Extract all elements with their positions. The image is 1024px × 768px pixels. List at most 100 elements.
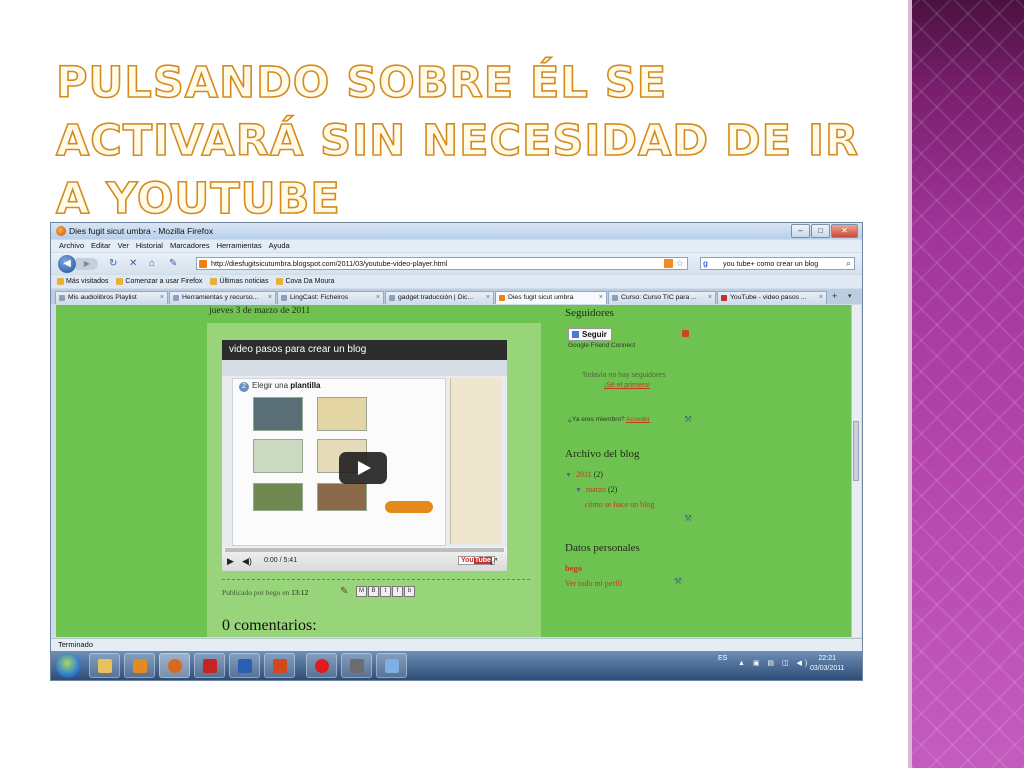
bookmark-icon: [116, 278, 124, 285]
embedded-video-player[interactable]: video pasos para crear un blog 2 Elegir u…: [222, 340, 507, 571]
taskbar-paint[interactable]: [376, 653, 407, 678]
archive-post-link[interactable]: cómo se hace un blog: [585, 500, 654, 509]
tab-gadget-traduccion[interactable]: gadget traducción | Dic... ×: [385, 291, 494, 304]
stop-icon[interactable]: ✕: [129, 258, 137, 270]
tab-favicon-icon: [612, 295, 618, 301]
archive-month[interactable]: ▼ marzo (2): [575, 485, 617, 494]
play-icon[interactable]: ▶: [227, 555, 234, 567]
collapse-triangle-icon[interactable]: ▼: [565, 471, 572, 479]
fullscreen-icon[interactable]: ⤢: [490, 555, 497, 567]
twitter-share-icon[interactable]: t: [380, 586, 391, 597]
taskbar-acrobat[interactable]: [194, 653, 225, 678]
volume-icon[interactable]: ◀): [242, 555, 252, 567]
tray-icons[interactable]: ▲ ▣ ▤ ◫ ◀): [738, 659, 810, 667]
new-tab-icon[interactable]: +: [832, 291, 837, 301]
home-icon[interactable]: ⌂: [149, 258, 155, 270]
follow-button[interactable]: Seguir: [568, 328, 612, 341]
taskbar-clock[interactable]: 22:21 03/03/2011: [810, 654, 845, 674]
close-button[interactable]: ✕: [831, 224, 858, 238]
blogger-favicon-icon: [199, 260, 207, 268]
back-button[interactable]: ◀: [58, 255, 76, 273]
archive-year[interactable]: ▼ 2011 (2): [565, 470, 603, 479]
taskbar-word[interactable]: [229, 653, 260, 678]
forward-button[interactable]: ▶: [76, 258, 98, 270]
bookmark-mas-visitados[interactable]: Más visitados: [57, 275, 108, 288]
addon-icon[interactable]: ✎: [169, 258, 177, 270]
taskbar-vodafone[interactable]: [306, 653, 337, 678]
tab-close-icon[interactable]: ×: [376, 292, 380, 304]
menu-marcadores[interactable]: Marcadores: [170, 240, 210, 252]
byline-time[interactable]: 13:12: [291, 588, 308, 597]
video-frame[interactable]: 2 Elegir una plantilla: [222, 360, 507, 547]
tab-herramientas[interactable]: Herramientas y recurso... ×: [169, 291, 276, 304]
menu-historial[interactable]: Historial: [136, 240, 163, 252]
view-profile-link[interactable]: Ver todo mi perfil: [565, 579, 622, 588]
menu-herramientas[interactable]: Herramientas: [217, 240, 262, 252]
video-time: 0:00 / 5:41: [264, 557, 298, 564]
template-thumbnail: [317, 483, 367, 511]
bookmark-comenzar[interactable]: Comenzar a usar Firefox: [116, 275, 202, 288]
tab-dies-fugit[interactable]: Dies fugit sicut umbra ×: [495, 291, 607, 304]
url-bar[interactable]: http://diesfugitsicutumbra.blogspot.com/…: [196, 257, 688, 270]
be-first-link[interactable]: ¡Sé el primero!: [604, 382, 650, 389]
tab-close-icon[interactable]: ×: [819, 292, 823, 304]
play-overlay-icon[interactable]: [339, 452, 387, 484]
powerpoint-icon: [273, 659, 287, 673]
tab-close-icon[interactable]: ×: [268, 292, 272, 304]
bookmark-ultimas-noticias[interactable]: Últimas noticias: [210, 275, 268, 288]
menu-editar[interactable]: Editar: [91, 240, 111, 252]
menu-ayuda[interactable]: Ayuda: [269, 240, 290, 252]
scrollbar-thumb[interactable]: [853, 421, 859, 481]
language-indicator[interactable]: ES: [718, 655, 727, 662]
video-progress-bar[interactable]: [225, 548, 504, 552]
buzz-share-icon[interactable]: b: [404, 586, 415, 597]
archive-month-count: (2): [607, 485, 618, 494]
tools-wrench-icon[interactable]: ⚒: [674, 576, 682, 587]
video-title[interactable]: video pasos para crear un blog: [229, 344, 366, 355]
facebook-share-icon[interactable]: f: [392, 586, 403, 597]
search-input[interactable]: g you tube+ como crear un blog ⌕: [700, 257, 855, 270]
archive-month-label: marzo: [585, 485, 606, 494]
tab-curso-tic[interactable]: Curso: Curso TIC para ... ×: [608, 291, 716, 304]
email-share-icon[interactable]: M: [356, 586, 367, 597]
rss-feed-icon: [210, 278, 218, 285]
window-title: Dies fugit sicut umbra - Mozilla Firefox: [69, 226, 214, 236]
tab-close-icon[interactable]: ×: [486, 292, 490, 304]
taskbar-firefox[interactable]: [159, 653, 190, 678]
tools-wrench-icon[interactable]: ⚒: [684, 414, 692, 425]
maximize-button[interactable]: □: [811, 224, 830, 238]
bookmark-cova-da-moura[interactable]: Cova Da Moura: [276, 275, 334, 288]
reload-icon[interactable]: ↻: [109, 258, 117, 270]
taskbar-media-player[interactable]: [124, 653, 155, 678]
tab-favicon-icon: [499, 295, 505, 301]
status-text: Terminado: [58, 640, 94, 649]
edit-pencil-icon[interactable]: ✎: [340, 586, 348, 597]
bookmark-star-icon[interactable]: ☆: [676, 258, 684, 269]
tab-lingcast[interactable]: LingCast: Ficheiros ×: [277, 291, 384, 304]
taskbar-camera[interactable]: [341, 653, 372, 678]
vertical-scrollbar[interactable]: [851, 305, 861, 637]
tab-list-icon[interactable]: ▾: [848, 292, 852, 300]
rss-icon[interactable]: [664, 259, 673, 268]
sign-in-link[interactable]: Acceder: [626, 416, 650, 423]
profile-name-link[interactable]: bego: [565, 563, 582, 573]
gfc-icon[interactable]: [682, 330, 689, 337]
start-button[interactable]: [56, 653, 81, 678]
taskbar-explorer[interactable]: [89, 653, 120, 678]
tab-label: Mis audiolibros Playlist: [68, 294, 137, 301]
tools-wrench-icon[interactable]: ⚒: [684, 513, 692, 524]
menu-archivo[interactable]: Archivo: [59, 240, 84, 252]
word-icon: [238, 659, 252, 673]
video-side-panel: [450, 378, 501, 544]
search-icon[interactable]: ⌕: [846, 258, 851, 269]
tab-youtube[interactable]: YouTube - video pasos ... ×: [717, 291, 827, 304]
tab-close-icon[interactable]: ×: [708, 292, 712, 304]
tab-close-icon[interactable]: ×: [599, 292, 603, 304]
minimize-button[interactable]: –: [791, 224, 810, 238]
taskbar-powerpoint[interactable]: [264, 653, 295, 678]
blog-share-icon[interactable]: B: [368, 586, 379, 597]
menu-ver[interactable]: Ver: [118, 240, 129, 252]
tab-close-icon[interactable]: ×: [160, 292, 164, 304]
collapse-triangle-icon[interactable]: ▼: [575, 486, 582, 494]
tab-mis-audiolibros[interactable]: Mis audiolibros Playlist ×: [55, 291, 168, 304]
